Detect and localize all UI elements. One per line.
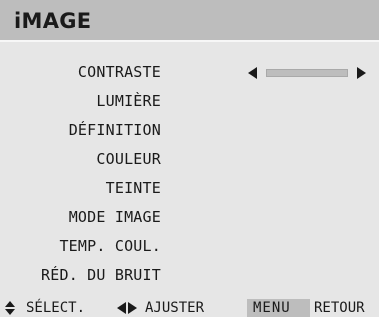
contrast-slider[interactable] — [248, 65, 366, 81]
menu-item-contraste[interactable]: CONTRASTE — [78, 63, 161, 81]
menu-item-lumiere[interactable]: LUMIÈRE — [96, 92, 161, 110]
image-menu: iMAGE CONTRASTE LUMIÈRE DÉFINITION COULE… — [0, 0, 379, 317]
footer-bar: SÉLECT. AJUSTER MENU RETOUR — [0, 299, 379, 317]
footer-select-label: SÉLECT. — [26, 300, 86, 316]
menu-item-teinte[interactable]: TEINTE — [106, 179, 161, 197]
left-right-icon — [117, 302, 141, 314]
menu-item-red-du-bruit[interactable]: RÉD. DU BRUIT — [41, 266, 161, 284]
footer-adjust-label: AJUSTER — [145, 300, 205, 316]
arrow-right-icon[interactable] — [357, 67, 366, 79]
arrow-left-icon[interactable] — [248, 67, 257, 79]
title-bar: iMAGE — [0, 0, 379, 42]
menu-item-temp-coul[interactable]: TEMP. COUL. — [59, 237, 161, 255]
menu-item-mode-image[interactable]: MODE IMAGE — [69, 208, 161, 226]
slider-track[interactable] — [266, 69, 348, 77]
slider-fill — [267, 70, 307, 76]
menu-key[interactable]: MENU — [247, 299, 310, 317]
up-down-icon — [5, 301, 15, 315]
menu-key-label: MENU — [253, 300, 291, 316]
menu-item-definition[interactable]: DÉFINITION — [69, 121, 161, 139]
menu-title: iMAGE — [14, 9, 92, 33]
menu-item-couleur[interactable]: COULEUR — [96, 150, 161, 168]
footer-back-label: RETOUR — [314, 300, 365, 316]
